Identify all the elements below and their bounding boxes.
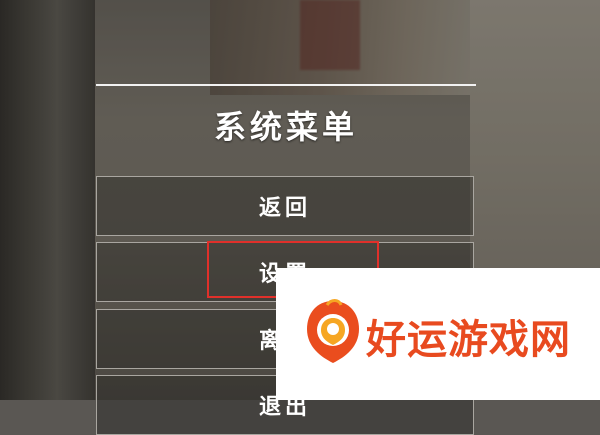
menu-title: 系统菜单: [213, 108, 358, 146]
brand-logo-icon: [307, 299, 359, 363]
back-button[interactable]: 返回: [96, 176, 474, 236]
back-button-label: 返回: [258, 196, 311, 221]
menu-divider: [96, 84, 476, 86]
watermark-brand-text: 好运游戏网: [366, 317, 571, 363]
